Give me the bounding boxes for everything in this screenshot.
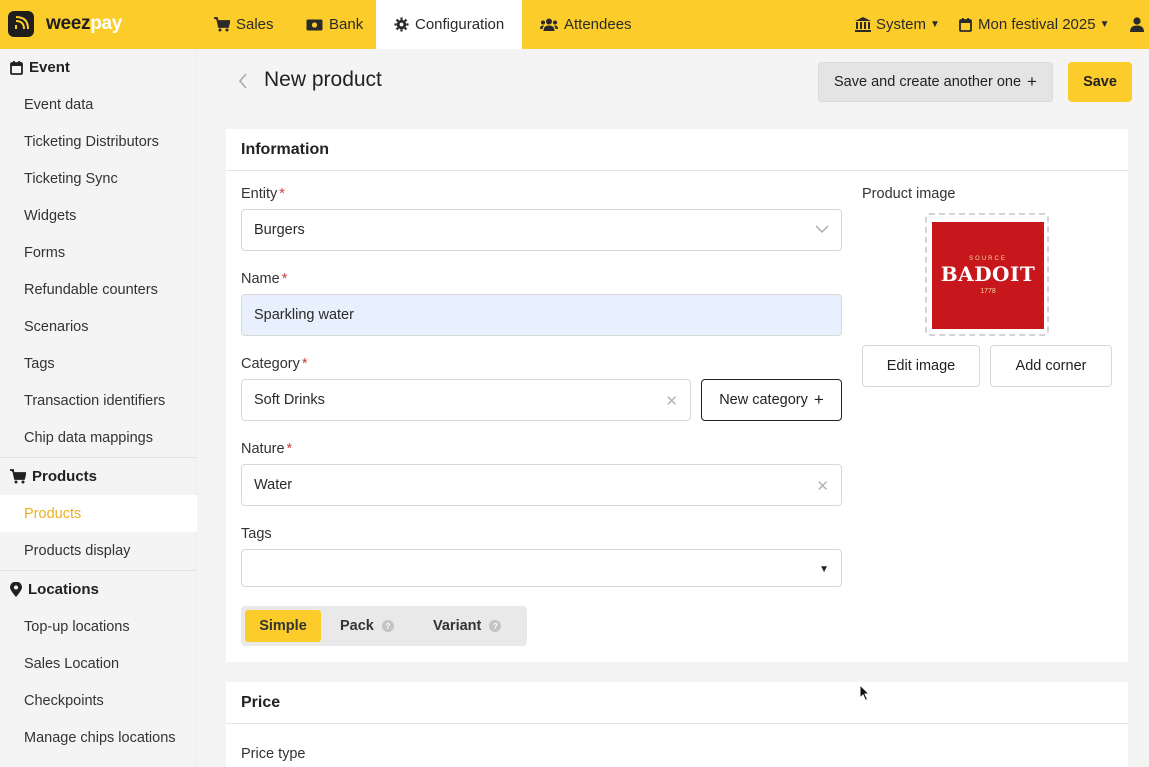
price-card: Price Price type xyxy=(226,682,1128,767)
type-simple[interactable]: Simple xyxy=(245,610,321,642)
sidebar-item-sales-location[interactable]: Sales Location xyxy=(0,645,197,682)
new-category-button[interactable]: New category + xyxy=(701,379,842,421)
user-menu[interactable] xyxy=(1130,0,1144,49)
edit-image-button[interactable]: Edit image xyxy=(862,345,980,387)
clear-icon[interactable]: ✕ xyxy=(816,477,829,495)
type-variant[interactable]: Variant? xyxy=(433,610,502,642)
calendar-icon xyxy=(10,60,23,75)
product-image: SOURCE BADOIT 1778 xyxy=(932,222,1044,329)
sidebar-item-top-up-locations[interactable]: Top-up locations xyxy=(0,608,197,645)
sidebar-item-event-data[interactable]: Event data xyxy=(0,86,197,123)
name-input[interactable]: Sparkling water xyxy=(241,294,842,336)
save-button[interactable]: Save xyxy=(1068,62,1132,102)
information-title: Information xyxy=(241,141,329,158)
mouse-cursor-icon xyxy=(859,683,871,707)
sidebar-item-products[interactable]: Products xyxy=(0,495,197,532)
sidebar-item-checkpoints[interactable]: Checkpoints xyxy=(0,682,197,719)
nature-label: Nature * xyxy=(241,441,293,457)
nature-select[interactable]: Water ✕ xyxy=(241,464,842,506)
tags-label: Tags xyxy=(241,526,272,542)
map-pin-icon xyxy=(10,581,22,597)
tags-select[interactable]: ▼ xyxy=(241,549,842,587)
sidebar-item-chip-data-mappings[interactable]: Chip data mappings xyxy=(0,419,197,456)
bank-building-icon xyxy=(855,17,871,32)
entity-label: Entity * xyxy=(241,186,285,202)
information-card: Information Entity * Burgers Name * Sparkl… xyxy=(226,129,1128,662)
sidebar-item-tags[interactable]: Tags xyxy=(0,345,197,382)
add-corner-button[interactable]: Add corner xyxy=(990,345,1112,387)
sidebar-item-widgets[interactable]: Widgets xyxy=(0,197,197,234)
price-title: Price xyxy=(241,694,281,711)
sidebar-item-ticketing-sync[interactable]: Ticketing Sync xyxy=(0,160,197,197)
logo-icon xyxy=(8,11,34,37)
tab-bank[interactable]: Bank xyxy=(306,0,363,49)
page-title: New product xyxy=(264,68,382,91)
divider xyxy=(226,170,1128,171)
caret-down-icon: ▼ xyxy=(930,19,940,30)
plus-icon: + xyxy=(1027,72,1037,91)
divider xyxy=(226,723,1128,724)
chevron-down-icon xyxy=(815,222,829,240)
sidebar-item-forms[interactable]: Forms xyxy=(0,234,197,271)
category-label: Category * xyxy=(241,356,308,372)
product-image-frame[interactable]: SOURCE BADOIT 1778 xyxy=(925,213,1049,336)
tab-sales[interactable]: Sales xyxy=(214,0,274,49)
name-label: Name * xyxy=(241,271,288,287)
sidebar-item-scenarios[interactable]: Scenarios xyxy=(0,308,197,345)
sidebar-item-products-display[interactable]: Products display xyxy=(0,532,197,569)
sidebar-item-ticketing-distributors[interactable]: Ticketing Distributors xyxy=(0,123,197,160)
caret-down-icon: ▼ xyxy=(819,564,829,575)
back-chevron-icon[interactable] xyxy=(238,69,248,95)
logo-text: weezpay xyxy=(46,13,123,34)
tab-attendees[interactable]: Attendees xyxy=(540,0,632,49)
caret-down-icon: ▼ xyxy=(1099,19,1110,30)
festival-menu[interactable]: Mon festival 2025 ▼ xyxy=(959,0,1109,49)
top-bar: weezpay Sales Bank Configuration Attende… xyxy=(0,0,1149,49)
sidebar-item-transaction-identifiers[interactable]: Transaction identifiers xyxy=(0,382,197,419)
help-icon[interactable]: ? xyxy=(381,620,394,632)
money-icon xyxy=(306,19,323,31)
main-content: New product Save and create another one +… xyxy=(198,49,1149,767)
entity-select[interactable]: Burgers xyxy=(241,209,842,251)
sidebar-section-products: Products xyxy=(0,457,197,494)
sidebar: Event Event data Ticketing Distributors … xyxy=(0,49,197,767)
user-icon xyxy=(1130,17,1144,32)
type-pack[interactable]: Pack? xyxy=(340,610,394,642)
system-menu[interactable]: System ▼ xyxy=(855,0,940,49)
sidebar-section-event: Event xyxy=(0,49,197,86)
cart-icon xyxy=(10,468,26,484)
help-icon[interactable]: ? xyxy=(489,620,502,632)
clear-icon[interactable]: ✕ xyxy=(665,392,678,410)
cart-icon xyxy=(214,17,230,32)
sidebar-section-locations: Locations xyxy=(0,570,197,607)
product-image-label: Product image xyxy=(862,186,956,202)
sidebar-item-manage-chips-locations[interactable]: Manage chips locations xyxy=(0,719,197,756)
sidebar-item-refundable-counters[interactable]: Refundable counters xyxy=(0,271,197,308)
product-type-selector: Simple Pack? Variant? xyxy=(241,606,527,646)
users-icon xyxy=(540,18,558,31)
price-type-label: Price type xyxy=(241,746,306,762)
save-and-create-another-button[interactable]: Save and create another one + xyxy=(818,62,1053,102)
plus-icon: + xyxy=(813,390,824,409)
category-select[interactable]: Soft Drinks ✕ xyxy=(241,379,691,421)
tab-configuration[interactable]: Configuration xyxy=(376,0,522,49)
calendar-icon xyxy=(959,17,972,32)
weezpay-logo[interactable]: weezpay xyxy=(8,11,122,37)
gear-icon xyxy=(394,17,409,32)
